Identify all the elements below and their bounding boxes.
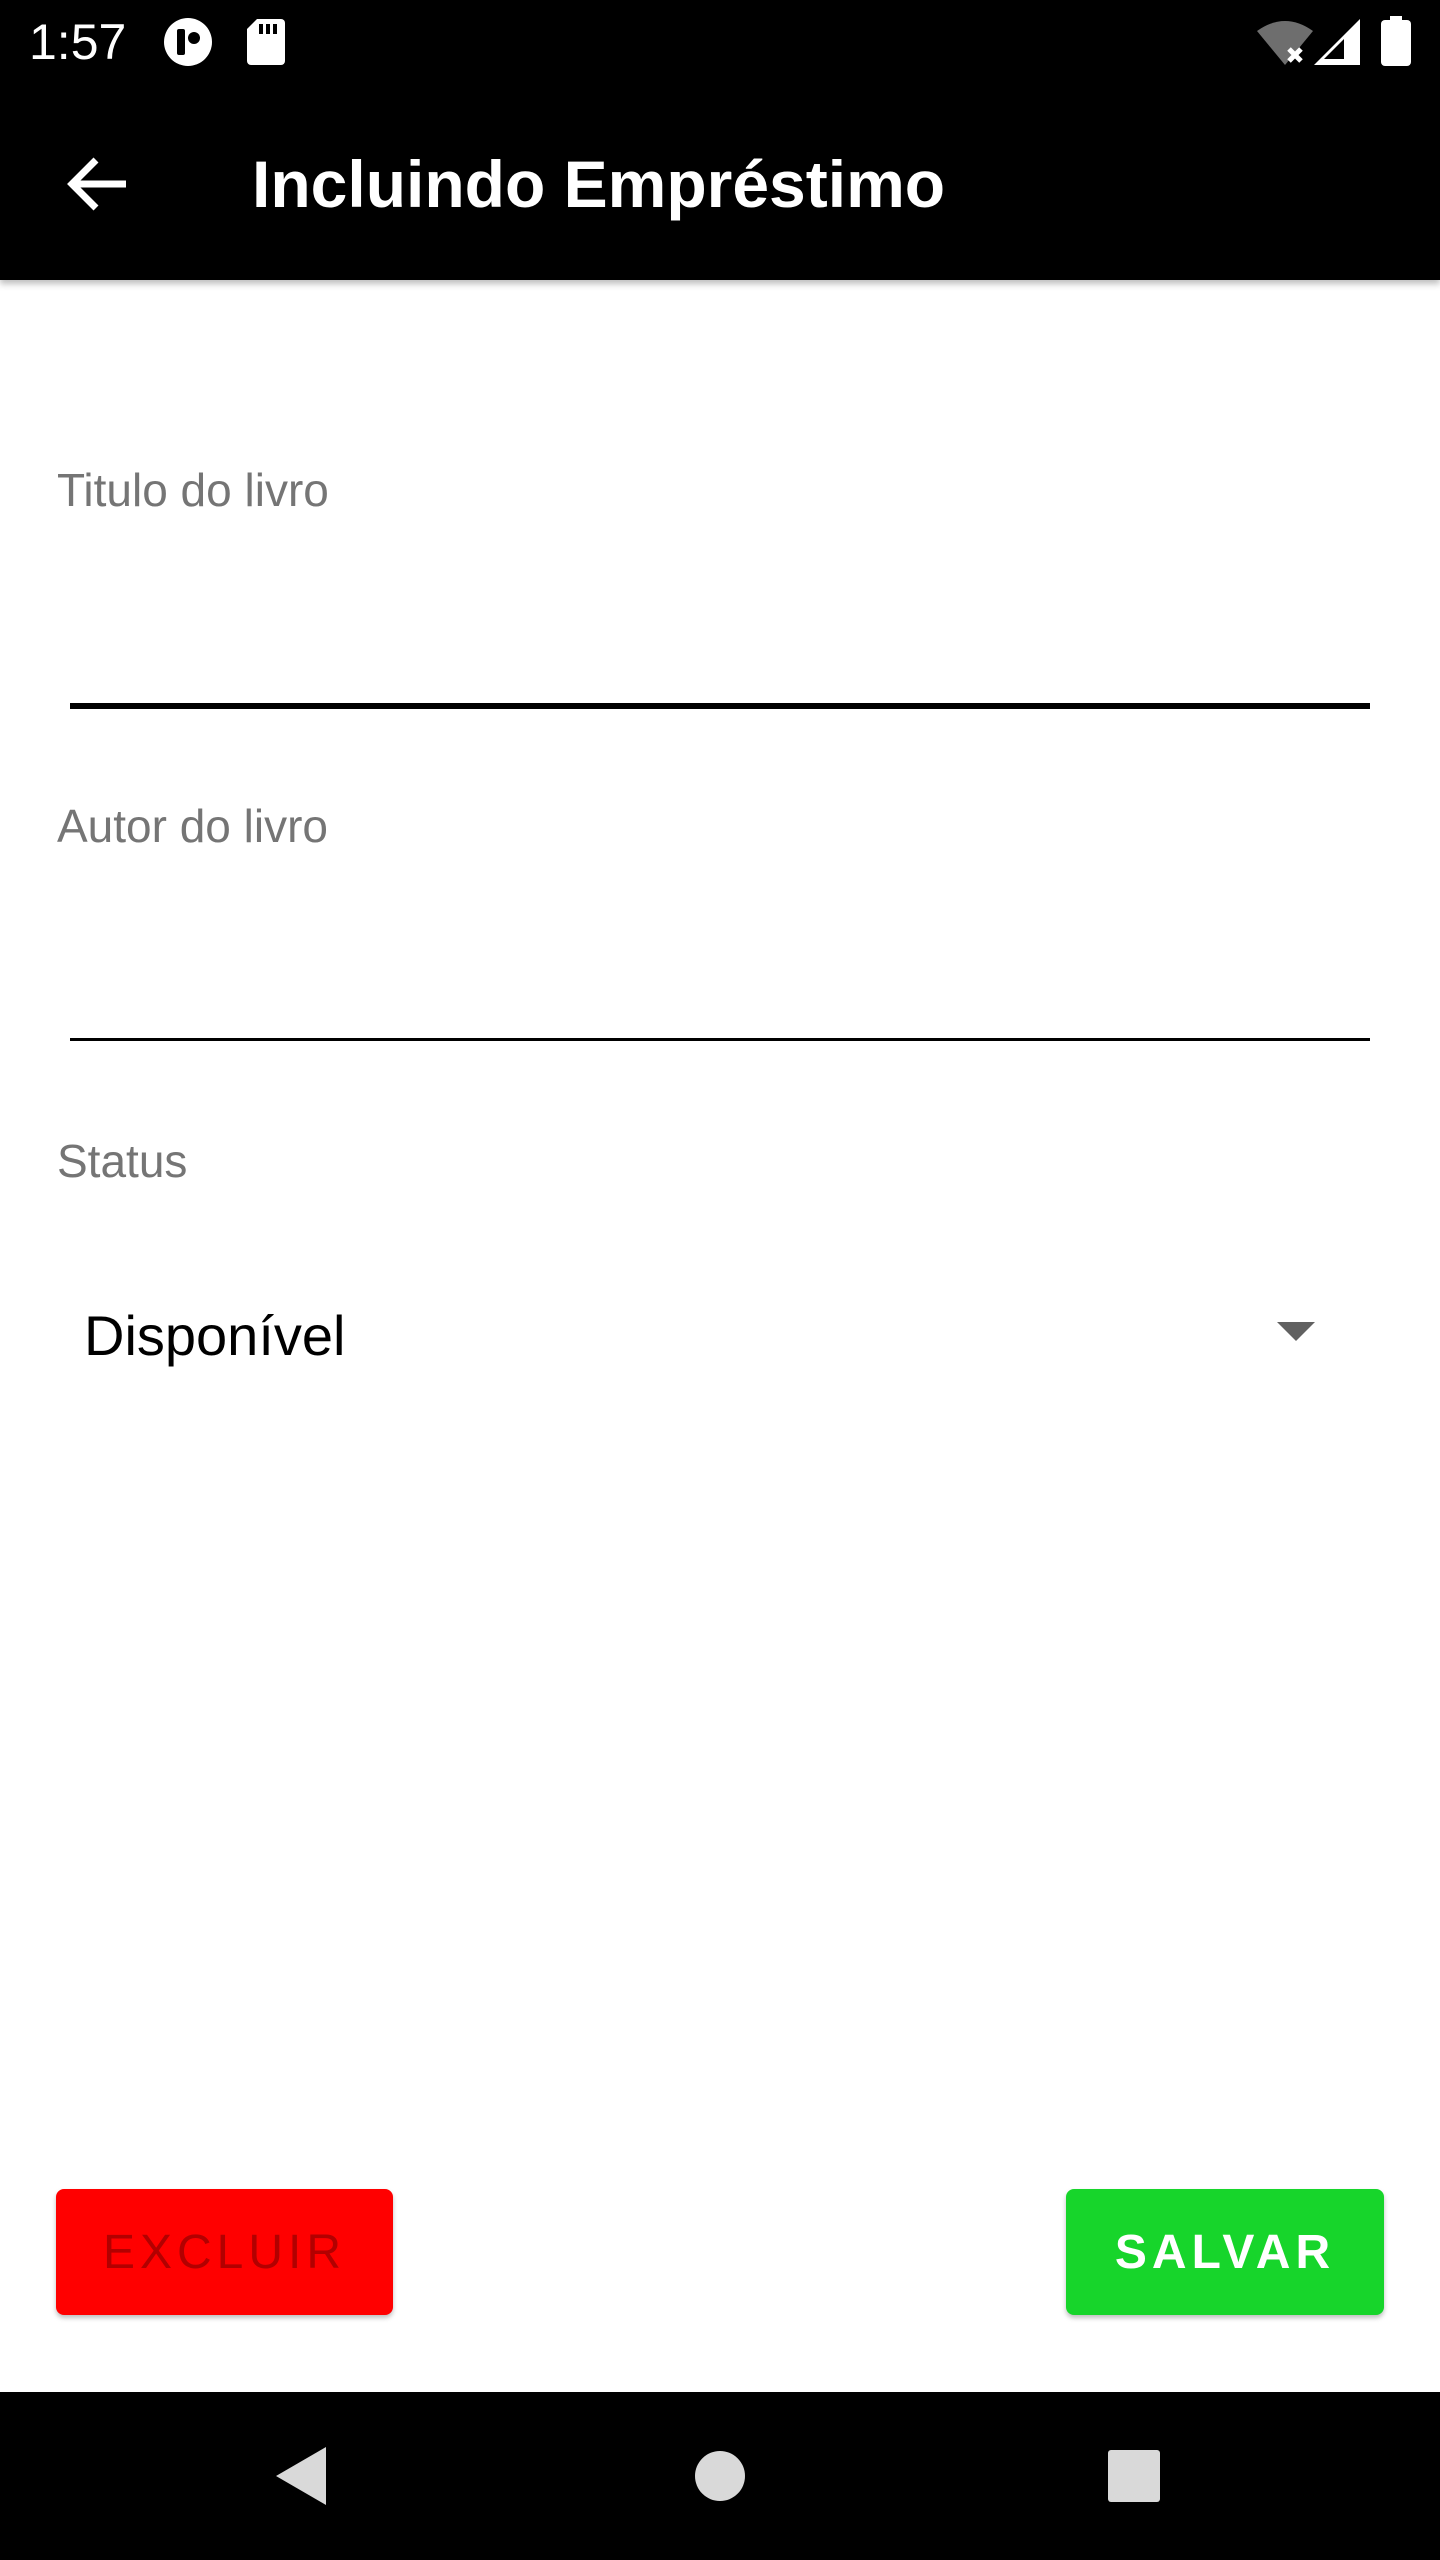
status-selected-value: Disponível: [84, 1304, 346, 1367]
nav-recents-button[interactable]: [1084, 2426, 1184, 2526]
sd-card-icon: [247, 19, 285, 65]
app-bar: Incluindo Empréstimo: [0, 84, 1440, 280]
delete-button[interactable]: EXCLUIR: [56, 2189, 393, 2315]
title-field-underline: [70, 703, 1370, 709]
home-circle-icon: [695, 2451, 745, 2501]
dropdown-arrow-icon: [1277, 1322, 1315, 1341]
title-field-label: Titulo do livro: [57, 464, 329, 516]
status-bar: 1:57: [0, 0, 1440, 84]
arrow-back-icon: [67, 157, 126, 211]
signal-icon: [1314, 19, 1360, 65]
delete-button-label: EXCLUIR: [102, 2225, 347, 2279]
save-button[interactable]: SALVAR: [1066, 2189, 1384, 2315]
battery-icon: [1381, 16, 1411, 66]
status-time: 1:57: [29, 14, 127, 70]
nav-home-button[interactable]: [670, 2426, 770, 2526]
nav-back-button[interactable]: [250, 2426, 350, 2526]
author-field[interactable]: [70, 935, 1370, 1035]
save-button-label: SALVAR: [1114, 2225, 1336, 2279]
author-field-underline: [70, 1038, 1370, 1041]
circle-app-icon: [164, 18, 212, 66]
recents-square-icon: [1108, 2450, 1160, 2502]
screen: 1:57 Incluindo Empréstimo Titulo do livr…: [0, 0, 1440, 2560]
status-dropdown[interactable]: Disponível: [70, 1270, 1370, 1400]
back-button[interactable]: [52, 139, 142, 229]
wifi-off-icon: [1257, 21, 1313, 65]
author-field-label: Autor do livro: [57, 800, 329, 852]
title-field[interactable]: [70, 600, 1370, 700]
status-field-label: Status: [57, 1135, 188, 1187]
page-title: Incluindo Empréstimo: [252, 147, 946, 221]
navigation-bar: [0, 2392, 1440, 2560]
back-triangle-icon: [276, 2447, 326, 2505]
